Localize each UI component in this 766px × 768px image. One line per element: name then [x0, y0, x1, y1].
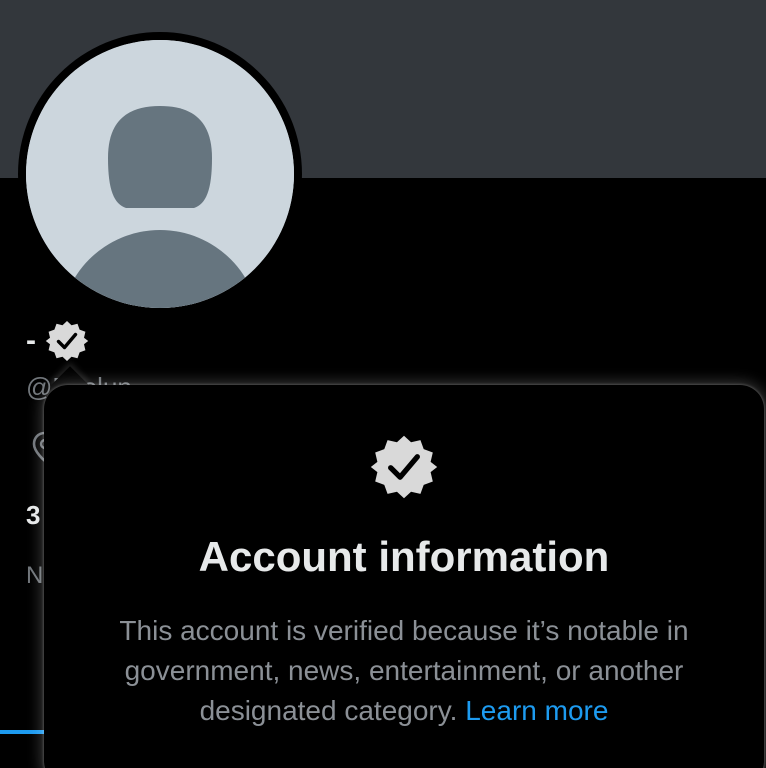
avatar-frame[interactable]: [18, 32, 302, 316]
default-avatar-icon: [26, 40, 294, 308]
display-name: -: [26, 324, 36, 357]
account-info-hovercard: Account information This account is veri…: [44, 385, 764, 768]
hovercard-body: This account is verified because it’s no…: [74, 611, 734, 731]
profile-tab-label[interactable]: N: [26, 562, 43, 590]
profile-page: - @Dlielun 3 N Account information This …: [0, 0, 766, 768]
active-tab-indicator: [0, 730, 50, 734]
following-count[interactable]: 3: [26, 500, 40, 531]
hovercard-title: Account information: [198, 533, 610, 580]
verified-badge-large-icon: [370, 435, 438, 499]
verified-badge-icon[interactable]: [44, 318, 90, 364]
learn-more-link[interactable]: Learn more: [465, 695, 608, 726]
profile-name-row: -: [26, 316, 90, 366]
avatar[interactable]: [26, 40, 294, 308]
